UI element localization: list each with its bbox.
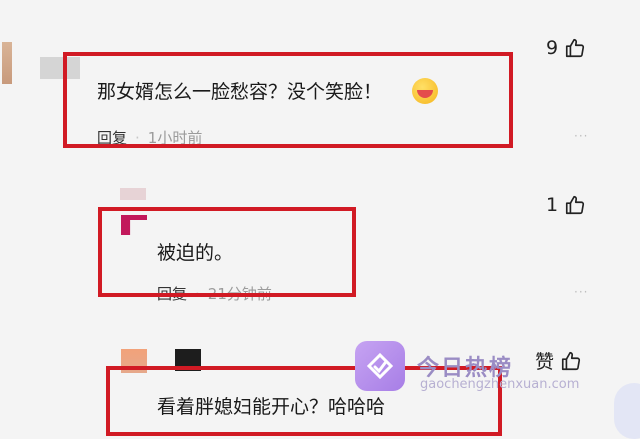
thumbs-up-icon bbox=[561, 351, 581, 370]
more-options-button[interactable]: ··· bbox=[574, 285, 588, 299]
avatar bbox=[2, 42, 12, 84]
like-count: 9 bbox=[546, 37, 559, 59]
watermark-logo-icon bbox=[355, 341, 405, 391]
like-label: 赞 bbox=[535, 351, 555, 373]
thumbs-up-icon bbox=[566, 195, 585, 215]
watermark-url: gaochengzhenxuan.com bbox=[420, 377, 580, 392]
diamond-check-icon bbox=[366, 352, 394, 380]
more-options-button[interactable]: ··· bbox=[574, 129, 588, 143]
highlight-box bbox=[63, 52, 513, 148]
like-button[interactable]: 9 bbox=[546, 37, 586, 59]
thumbs-up-icon bbox=[566, 38, 585, 58]
corner-decoration bbox=[614, 383, 640, 439]
highlight-box bbox=[98, 207, 356, 297]
like-count: 1 bbox=[546, 194, 559, 216]
like-button[interactable]: 1 bbox=[546, 194, 586, 216]
watermark: 今日热榜 gaochengzhenxuan.com bbox=[355, 341, 579, 392]
like-button[interactable]: 赞 bbox=[535, 347, 582, 374]
avatar bbox=[120, 188, 146, 200]
